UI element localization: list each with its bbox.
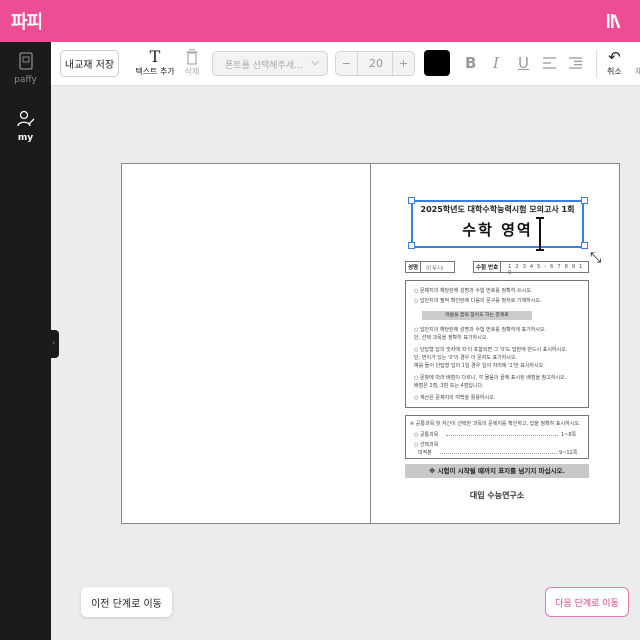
instruction-line: 예를 들어 단답형 답이 1일 경우 일의 자리에 '1'만 표시하시오. — [414, 363, 545, 369]
delete-button[interactable]: 삭제 — [179, 48, 205, 77]
resize-cursor-icon: ⤡ — [590, 250, 602, 266]
trash-icon — [186, 49, 198, 65]
chevron-right-icon: › — [52, 338, 56, 347]
instruction-line: 배점은 2점, 3점 또는 4점입니다. — [414, 383, 484, 389]
document-spread: 2025학년도 대학수학능력시험 모의고사 1회 수학 영역 ⤡ 성명 이두나 … — [121, 163, 620, 524]
exam-number-field: 수험 번호 1 2 3 4 5 - 6 7 8 9 1 0 — [473, 261, 589, 276]
institute-name: 대입 수능연구소 — [469, 491, 525, 500]
subject-select-name: 미적분 — [418, 450, 432, 456]
name-value: 이두나 — [426, 266, 445, 272]
font-size-stepper: − 20 + — [335, 51, 415, 76]
instruction-line: ○ 문제지의 해당란에 성명과 수험 번호를 정확히 쓰시오. — [414, 288, 533, 294]
sidebar-item-label: paffy — [14, 75, 37, 85]
instruction-line: ○ 단답형 답의 숫자에 '0'이 포함되면 그 '0'도 답란에 반드시 표시… — [414, 347, 568, 353]
exam-number-value: 1 2 3 4 5 - 6 7 8 9 1 0 — [508, 264, 584, 276]
text-color-picker[interactable] — [424, 50, 450, 76]
undo-label: 취소 — [607, 67, 622, 76]
instruction-line: ○ 답안지의 필적 확인란에 다음의 문구를 정자로 기재하시오. — [414, 298, 542, 304]
underline-button[interactable]: U — [518, 54, 529, 72]
text-cursor-icon — [536, 217, 544, 251]
page-divider — [370, 164, 371, 523]
user-edit-icon — [16, 110, 34, 127]
font-size-increase-button[interactable]: + — [392, 52, 414, 75]
undo-icon: ↶ — [608, 48, 621, 66]
subject-box: ※ 공통과목 및 자신이 선택한 과목의 문제지를 확인하고, 답을 정확히 표… — [405, 415, 589, 459]
instruction-line: 단, 변이가 있는 '0'의 경우 이 문자도 표기하시오. — [414, 355, 518, 361]
toolbar-divider — [596, 50, 597, 78]
handwriting-phrase-bar: 여름을 꿈꿔 참아도 하는 준제로 — [422, 311, 532, 320]
name-field: 성명 이두나 — [405, 261, 455, 273]
dotted-leader — [446, 431, 558, 436]
undo-button[interactable]: ↶ 취소 — [607, 48, 622, 77]
library-icon[interactable] — [606, 13, 622, 29]
resize-handle-top-right[interactable] — [581, 197, 588, 204]
italic-button[interactable]: I — [493, 54, 499, 72]
instruction-line: 단, 선택 과목을 정확히 표기하시오. — [414, 335, 488, 341]
chevron-down-icon: ⌵ — [311, 57, 319, 68]
app-logo[interactable]: 파피 — [11, 8, 43, 34]
sidebar-collapse-handle[interactable]: › — [51, 330, 59, 358]
resize-handle-bottom-right[interactable] — [581, 242, 588, 249]
previous-step-button[interactable]: 이전 단계로 이동 — [81, 587, 172, 617]
redo-button[interactable]: 재 — [635, 66, 640, 77]
resize-handle-top-left[interactable] — [408, 197, 415, 204]
app-header: 파피 — [0, 0, 640, 42]
font-select-placeholder: 폰트를 선택해주세... — [225, 61, 303, 71]
font-select[interactable]: 폰트를 선택해주세... ⌵ — [212, 51, 328, 76]
delete-label: 삭제 — [184, 67, 200, 76]
next-step-button[interactable]: 다음 단계로 이동 — [545, 587, 629, 617]
resize-handle-bottom-left[interactable] — [408, 242, 415, 249]
sidebar-item-label: my — [17, 133, 34, 143]
editor-toolbar: 내교재 저장 T 텍스트 추가 삭제 폰트를 선택해주세... ⌵ − 20 +… — [51, 42, 640, 86]
font-size-decrease-button[interactable]: − — [336, 52, 358, 75]
subject-common: ○ 공통과목 — [414, 432, 439, 438]
add-text-button[interactable]: T 텍스트 추가 — [135, 48, 175, 77]
add-text-label: 텍스트 추가 — [135, 67, 175, 76]
subject-header: ※ 공통과목 및 자신이 선택한 과목의 문제지를 확인하고, 답을 정확히 표… — [410, 421, 581, 427]
align-right-icon[interactable] — [569, 57, 582, 69]
text-icon: T — [149, 47, 161, 66]
instructions-box: ○ 문제지의 해당란에 성명과 수험 번호를 정확히 쓰시오. ○ 답안지의 필… — [405, 280, 589, 408]
instruction-line: ○ 계산은 문제지의 여백을 활용하시오. — [414, 395, 496, 401]
subject-select-range: 9~12쪽 — [559, 450, 578, 456]
sidebar-item-paffy[interactable]: paffy — [0, 52, 51, 85]
text-selection-box[interactable] — [411, 200, 584, 248]
subject-common-range: 1~8쪽 — [561, 432, 577, 438]
instruction-line: ○ 문항에 따라 배점이 다르니, 각 물음의 끝에 표시된 배점을 참고하시오… — [414, 375, 567, 381]
exam-number-label: 수험 번호 — [474, 262, 502, 272]
document-icon — [18, 52, 33, 70]
bottom-notice: ※ 시험이 시작될 때까지 표지를 넘기지 마십시오. — [405, 464, 589, 478]
bold-button[interactable]: B — [465, 54, 476, 72]
save-button[interactable]: 내교재 저장 — [60, 50, 119, 77]
subject-select: ○ 선택과목 — [414, 442, 439, 448]
name-label: 성명 — [406, 262, 422, 272]
dotted-leader — [440, 449, 557, 454]
sidebar-item-my[interactable]: my — [0, 110, 51, 143]
font-size-value[interactable]: 20 — [358, 52, 394, 75]
sidebar: paffy my — [0, 42, 51, 640]
instruction-line: ○ 답안지의 해당란에 성명과 수험 번호를 정확하게 표기하시오. — [414, 327, 547, 333]
align-left-icon[interactable] — [543, 57, 556, 69]
